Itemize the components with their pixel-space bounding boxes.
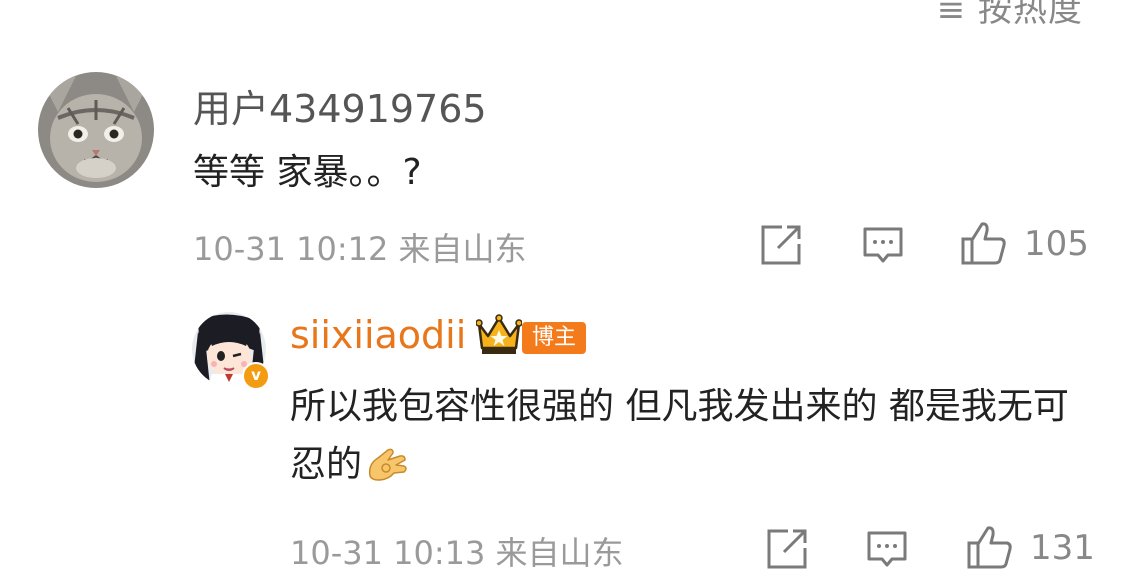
cat-avatar[interactable] [38,72,154,188]
reply-text: 所以我包容性很强的 但凡我发出来的 都是我无可忍的 [290,378,1080,494]
share-icon[interactable] [760,224,802,266]
comment-icon[interactable] [866,528,908,570]
blogger-badge: 博主 [522,322,587,354]
like-count: 105 [1024,224,1089,264]
reply-location: 来自山东 [495,534,624,572]
comment-text: 等等 家暴。。? [193,152,422,193]
sort-toggle[interactable]: ≡ 按热度 [937,0,1083,31]
comment-icon[interactable] [862,224,904,266]
comment-location: 来自山东 [398,230,527,268]
reply-timestamp: 10-31 10:13 [290,534,486,572]
crown-icon [476,314,522,354]
verified-badge-icon: v [242,362,270,390]
comment-username[interactable]: 用户434919765 [193,78,487,133]
comment-timestamp: 10-31 10:12 [193,230,389,268]
like-icon[interactable] [966,524,1014,570]
reply-username[interactable]: siixiiaodii [290,313,466,357]
comment-meta: 10-31 10:12 来自山东 [193,224,527,270]
like-icon[interactable] [960,220,1008,266]
ok-hand-emoji-icon [368,448,407,481]
reply-meta: 10-31 10:13 来自山东 [290,528,624,574]
share-icon[interactable] [766,528,808,570]
like-count: 131 [1030,528,1095,568]
